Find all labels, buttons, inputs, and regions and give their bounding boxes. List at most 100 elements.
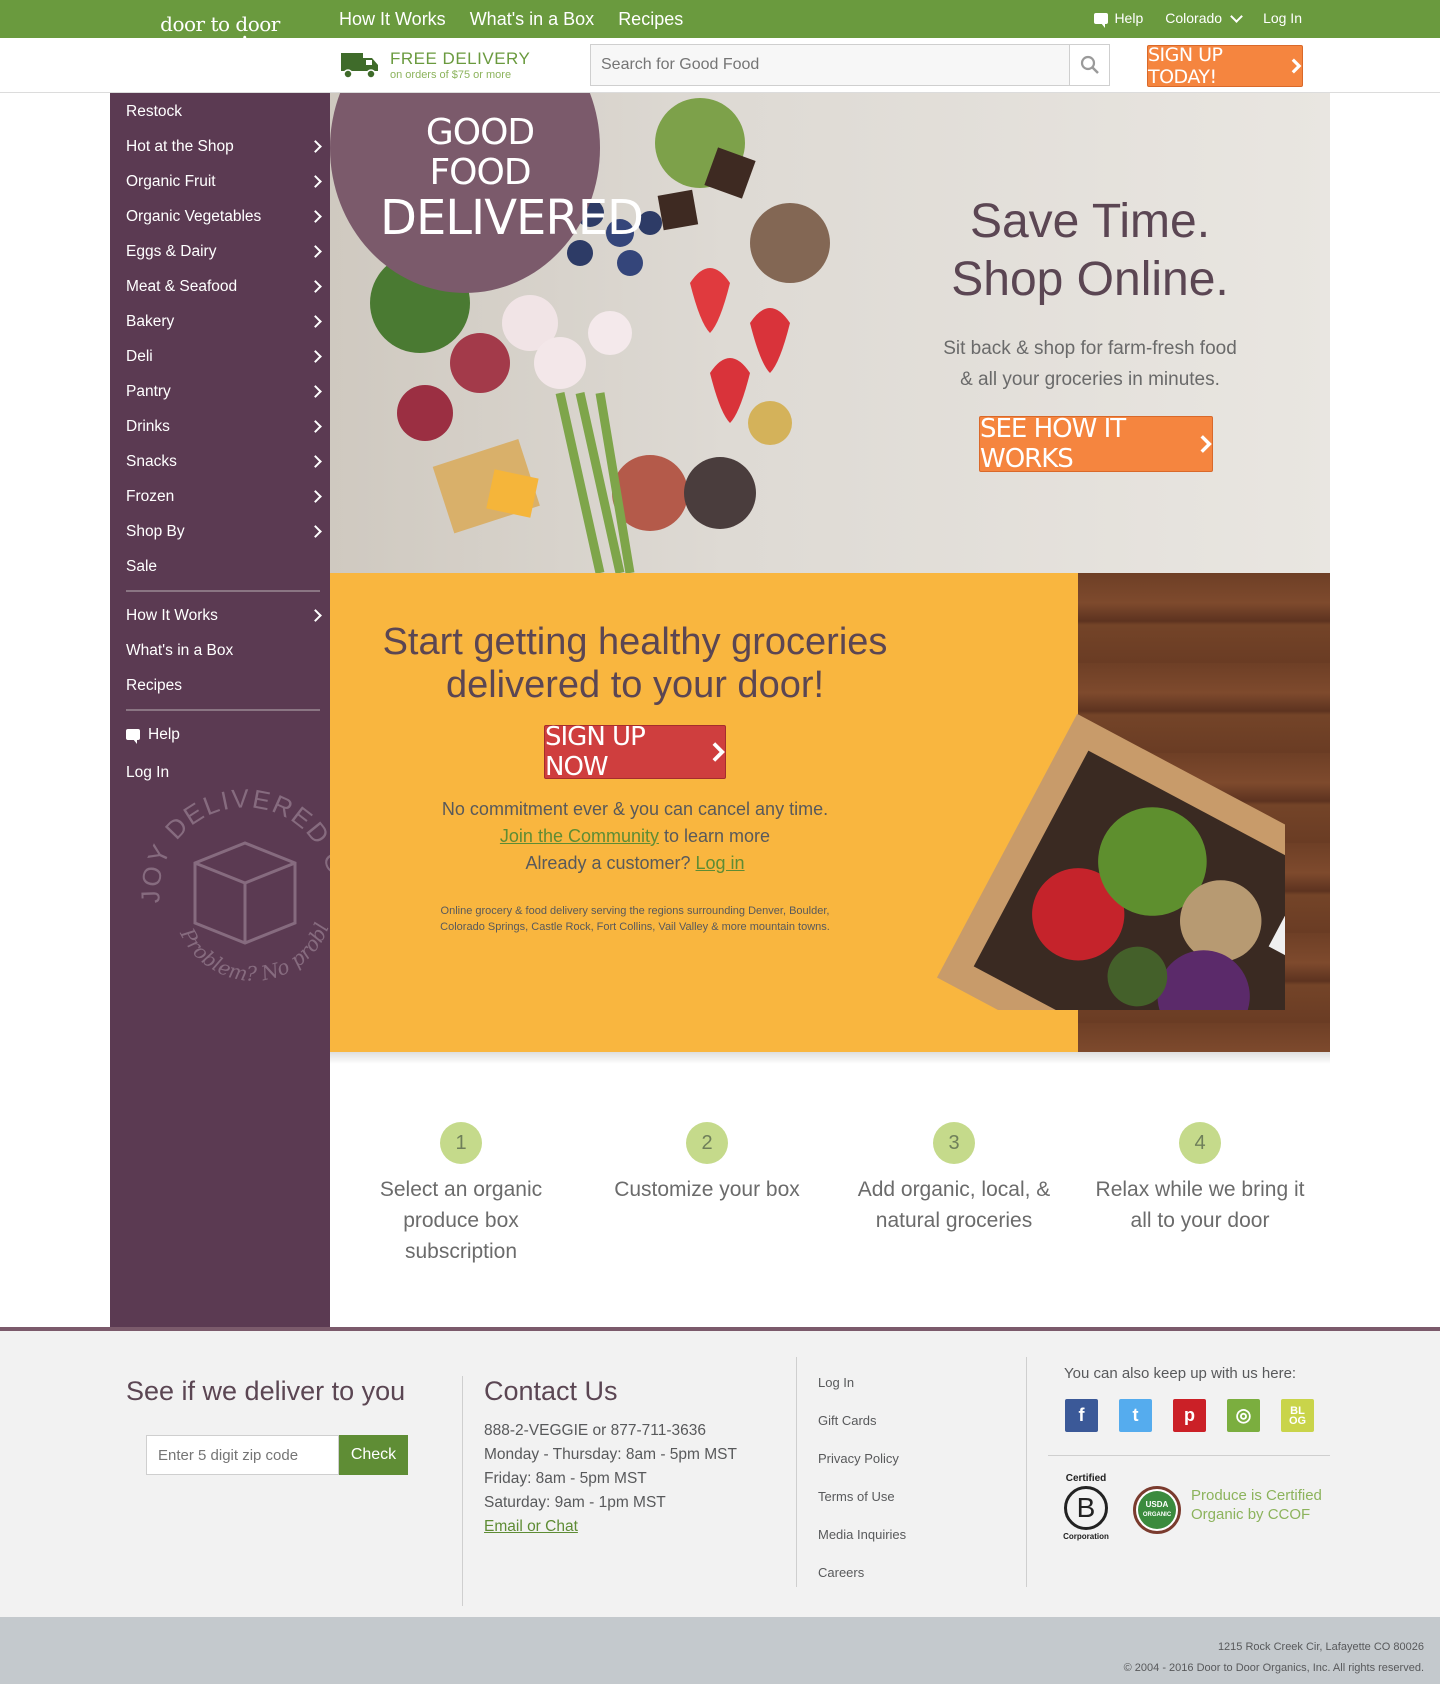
chevron-right-icon <box>309 175 322 188</box>
sidebar-item-frozen[interactable]: Frozen <box>110 479 330 514</box>
sidebar-item-what-s-in-a-box[interactable]: What's in a Box <box>110 633 330 668</box>
badge-line2: DELIVERED <box>380 190 644 246</box>
truck-icon <box>341 53 378 79</box>
chevron-right-icon <box>309 245 322 258</box>
sidebar-item-recipes[interactable]: Recipes <box>110 668 330 703</box>
zip-check-form: Check <box>146 1435 408 1475</box>
nav-whats-in-a-box[interactable]: What's in a Box <box>470 9 595 30</box>
sidebar-item-organic-fruit[interactable]: Organic Fruit <box>110 164 330 199</box>
sign-up-today-button[interactable]: SIGN UP TODAY! <box>1147 44 1303 88</box>
sidebar-help-label: Help <box>148 725 180 743</box>
chevron-right-icon <box>1291 58 1302 74</box>
sign-up-now-button[interactable]: SIGN UP NOW <box>544 722 726 782</box>
zip-code-input[interactable] <box>146 1435 339 1475</box>
top-nav: How It Works What's in a Box Recipes <box>339 0 683 38</box>
sidebar-help-link[interactable]: Help <box>110 717 330 752</box>
step-text: Customize your box <box>614 1178 800 1201</box>
pinterest-icon[interactable]: p <box>1173 1399 1206 1432</box>
top-right-links: Help Colorado Log In <box>1094 0 1302 36</box>
footer-link-terms[interactable]: Terms of Use <box>818 1485 906 1523</box>
sidebar-item-drinks[interactable]: Drinks <box>110 409 330 444</box>
promo-login-link[interactable]: Log in <box>696 853 745 873</box>
step-number: 3 <box>933 1122 975 1164</box>
sidebar-item-restock[interactable]: Restock <box>110 94 330 129</box>
nav-how-it-works[interactable]: How It Works <box>339 9 446 30</box>
community-rest-text: to learn more <box>659 826 771 846</box>
delivery-subtitle: on orders of $75 or more <box>390 69 512 81</box>
footer-divider <box>796 1357 797 1587</box>
sidebar-item-eggs-and-dairy[interactable]: Eggs & Dairy <box>110 234 330 269</box>
chevron-right-icon <box>309 525 322 538</box>
usda-line1: USDA <box>1145 1500 1169 1509</box>
category-sidebar: Restock Hot at the Shop Organic Fruit Organ… <box>110 93 330 1327</box>
step-text: Relax while we bring it all to your door <box>1095 1178 1305 1232</box>
check-button[interactable]: Check <box>339 1435 408 1475</box>
search-button[interactable] <box>1069 45 1109 85</box>
chevron-right-icon <box>309 490 322 503</box>
chat-bubble-icon <box>1094 12 1109 28</box>
chevron-right-icon <box>309 280 322 293</box>
sidebar-item-meat-and-seafood[interactable]: Meat & Seafood <box>110 269 330 304</box>
footer-link-media[interactable]: Media Inquiries <box>818 1523 906 1561</box>
stamp-text: JOY DELIVERED GUARANTEE <box>130 773 330 904</box>
sidebar-item-hot-at-the-shop[interactable]: Hot at the Shop <box>110 129 330 164</box>
category-list: Restock Hot at the Shop Organic Fruit Organ… <box>110 93 330 584</box>
twitter-icon[interactable]: t <box>1119 1399 1152 1432</box>
grocery-box-image <box>936 713 1285 1010</box>
sidebar-item-shop-by[interactable]: Shop By <box>110 514 330 549</box>
hero-sub-line2: & all your groceries in minutes. <box>960 369 1220 390</box>
sidebar-item-label: Meat & Seafood <box>126 277 238 295</box>
svg-text:JOY DELIVERED GUARANTEE: JOY DELIVERED GUARANTEE <box>130 773 330 904</box>
search-input[interactable] <box>591 45 1069 85</box>
contact-title: Contact Us <box>484 1376 618 1406</box>
instagram-icon[interactable]: ◎ <box>1227 1399 1260 1432</box>
see-how-it-works-button[interactable]: SEE HOW IT WORKS <box>979 414 1213 474</box>
contact-hours-fri: Friday: 8am - 5pm MST <box>484 1470 647 1487</box>
facebook-icon[interactable]: f <box>1065 1399 1098 1432</box>
footer-link-privacy[interactable]: Privacy Policy <box>818 1447 906 1485</box>
sidebar-item-sale[interactable]: Sale <box>110 549 330 584</box>
footer-link-careers[interactable]: Careers <box>818 1561 906 1599</box>
sidebar-item-label: Recipes <box>126 676 182 694</box>
footer-link-gift-cards[interactable]: Gift Cards <box>818 1409 906 1447</box>
sidebar-item-organic-vegetables[interactable]: Organic Vegetables <box>110 199 330 234</box>
sidebar-divider <box>126 590 320 592</box>
footer: See if we deliver to you Check Contact U… <box>0 1327 1440 1617</box>
blog-icon[interactable]: BL OG <box>1281 1399 1314 1432</box>
help-link[interactable]: Help <box>1094 10 1143 28</box>
sidebar-item-pantry[interactable]: Pantry <box>110 374 330 409</box>
footer-divider <box>462 1376 463 1606</box>
sidebar-item-label: Organic Vegetables <box>126 207 262 225</box>
sidebar-item-how-it-works[interactable]: How It Works <box>110 598 330 633</box>
service-area-text: Online grocery & food delivery serving t… <box>440 905 830 933</box>
sidebar-item-bakery[interactable]: Bakery <box>110 304 330 339</box>
certified-organic-text: Produce is Certified Organic by CCOF <box>1191 1487 1322 1523</box>
step-text: Add organic, local, & natural groceries <box>857 1178 1051 1232</box>
hero-title: Save Time. Shop Online. <box>890 193 1290 309</box>
region-label: Colorado <box>1165 10 1223 26</box>
chevron-right-icon <box>309 385 322 398</box>
sidebar-help: Help <box>126 726 180 744</box>
region-selector[interactable]: Colorado <box>1165 9 1243 26</box>
b-corp-logo: Certified B Corporation <box>1060 1473 1112 1541</box>
search-bar <box>590 44 1110 86</box>
sidebar-item-snacks[interactable]: Snacks <box>110 444 330 479</box>
nav-recipes[interactable]: Recipes <box>618 9 683 30</box>
contact-phone: 888-2-VEGGIE or 877-711-3636 <box>484 1422 707 1439</box>
login-link[interactable]: Log In <box>1263 10 1302 26</box>
sidebar-item-label: Hot at the Shop <box>126 137 234 155</box>
promo-title: Start getting healthy groceries delivere… <box>330 621 940 707</box>
sidebar-item-deli[interactable]: Deli <box>110 339 330 374</box>
social-divider <box>1048 1455 1330 1456</box>
hero-subtitle: Sit back & shop for farm-fresh food & al… <box>890 333 1290 395</box>
free-delivery-banner: FREE DELIVERY on orders of $75 or more <box>390 49 530 81</box>
chevron-right-icon <box>309 210 322 223</box>
footer-link-login[interactable]: Log In <box>818 1371 906 1409</box>
join-community-link[interactable]: Join the Community <box>500 826 659 846</box>
email-or-chat-link[interactable]: Email or Chat <box>484 1518 578 1535</box>
sign-up-today-label: SIGN UP TODAY! <box>1148 44 1223 88</box>
chevron-right-icon <box>309 350 322 363</box>
step-4: 4 Relax while we bring it all to your do… <box>1085 1122 1315 1236</box>
company-address: 1215 Rock Creek Cir, Lafayette CO 80026 <box>1217 1641 1424 1653</box>
sidebar-item-label: Organic Fruit <box>126 172 216 190</box>
